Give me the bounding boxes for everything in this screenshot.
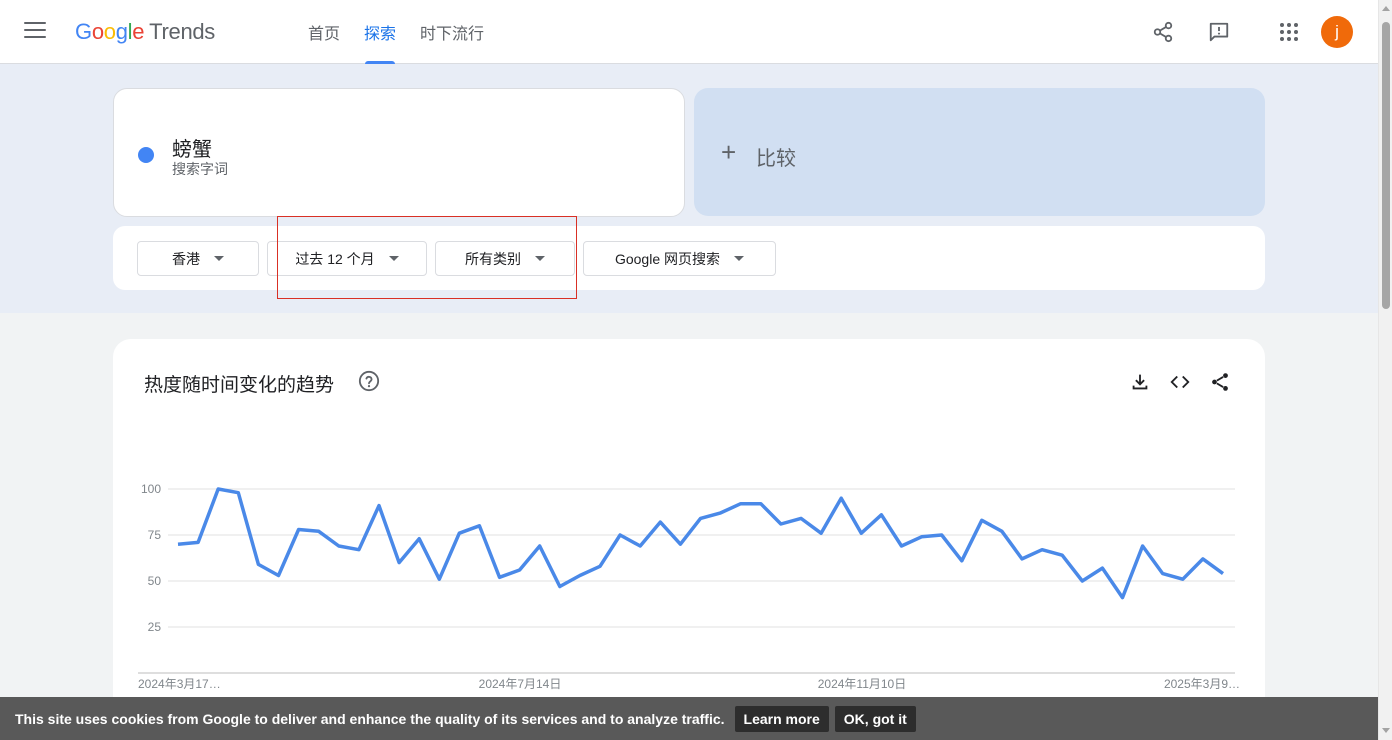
google-trends-logo[interactable]: Google Trends	[75, 19, 215, 45]
category-label: 所有类别	[465, 250, 521, 267]
apps-grid-icon[interactable]	[1275, 18, 1303, 46]
search-property-dropdown[interactable]: Google 网页搜索	[583, 241, 776, 276]
scroll-up-icon[interactable]	[1382, 6, 1390, 11]
region-dropdown[interactable]: 香港	[137, 241, 259, 276]
chevron-down-icon	[535, 256, 545, 261]
logo-letter: o	[103, 19, 116, 44]
scrollbar-thumb[interactable]	[1382, 22, 1390, 309]
compare-label: 比较	[756, 148, 796, 170]
chevron-down-icon	[734, 256, 745, 261]
logo-letter: e	[132, 19, 145, 44]
tab-home[interactable]: 首页	[296, 0, 352, 64]
y-tick-label: 50	[148, 574, 162, 588]
feedback-icon[interactable]	[1205, 18, 1233, 46]
y-tick-label: 25	[148, 620, 162, 634]
logo-letter: o	[91, 19, 104, 44]
top-app-bar: Google Trends 首页 探索 时下流行 j	[0, 0, 1378, 64]
interest-over-time-card: 热度随时间变化的趋势 100 75 50 25 2024年3月17… 2024年7月14日…	[113, 339, 1265, 740]
main-menu-icon[interactable]	[24, 22, 46, 40]
logo-letter: G	[75, 19, 92, 44]
chevron-down-icon	[388, 256, 399, 261]
term-type: 搜索字词	[172, 161, 228, 177]
scroll-down-icon[interactable]	[1382, 728, 1390, 733]
chevron-down-icon	[214, 256, 224, 261]
filter-bar: 香港 过去 12 个月 所有类别 Google 网页搜索	[113, 226, 1265, 290]
y-tick-label: 100	[141, 482, 161, 496]
add-comparison-button[interactable]: + 比较	[694, 88, 1265, 216]
main-nav: 首页 探索 时下流行	[296, 0, 496, 64]
term-color-dot	[138, 147, 154, 163]
cookie-banner: This site uses cookies from Google to de…	[0, 697, 1378, 740]
category-dropdown[interactable]: 所有类别	[435, 241, 575, 276]
learn-more-button[interactable]: Learn more	[734, 705, 829, 732]
avatar[interactable]: j	[1321, 16, 1353, 48]
logo-product-name: Trends	[149, 19, 216, 44]
logo-letter: g	[115, 19, 128, 44]
term-name: 螃蟹	[172, 139, 212, 161]
interest-line-chart: 100 75 50 25 2024年3月17… 2024年7月14日 2024年11月10日…	[138, 482, 1240, 691]
search-term-card[interactable]: 螃蟹 搜索字词	[113, 88, 685, 217]
plus-icon: +	[721, 137, 737, 167]
x-tick-label: 2024年11月10日	[818, 677, 907, 691]
tab-trending-now[interactable]: 时下流行	[408, 0, 496, 64]
x-tick-label: 2025年3月9…	[1164, 677, 1240, 691]
ok-got-it-button[interactable]: OK, got it	[834, 705, 916, 732]
share-icon[interactable]	[1149, 18, 1177, 46]
tab-explore[interactable]: 探索	[352, 0, 408, 64]
search-property-label: Google 网页搜索	[614, 250, 721, 267]
x-tick-label: 2024年7月14日	[479, 677, 562, 691]
cookie-text: This site uses cookies from Google to de…	[15, 710, 725, 727]
time-range-label: 过去 12 个月	[295, 250, 375, 267]
page-scrollbar[interactable]	[1378, 0, 1392, 740]
time-range-dropdown[interactable]: 过去 12 个月	[267, 241, 427, 276]
x-tick-label: 2024年3月17…	[138, 677, 221, 691]
region-label: 香港	[172, 250, 200, 267]
y-tick-label: 75	[148, 528, 162, 542]
